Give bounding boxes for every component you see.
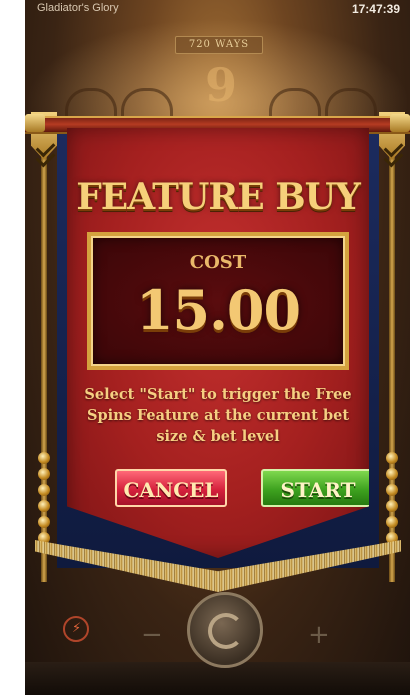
minus-icon[interactable]: − — [141, 620, 163, 650]
right-pole — [377, 112, 407, 582]
multiplier-number: 9 — [204, 58, 237, 112]
ways-label: 720 WAYS — [175, 36, 263, 54]
feature-buy-dialog: FEATURE BUY COST 15.00 Select "Start" to… — [67, 128, 369, 558]
cancel-button[interactable]: CANCEL — [115, 469, 227, 507]
left-pole — [29, 112, 59, 582]
start-button[interactable]: START — [261, 469, 369, 507]
game-viewport: 720 WAYS 9 Gladiator's Glory 17:47:39 ⚡ … — [25, 0, 410, 695]
dialog-title: FEATURE BUY — [76, 176, 361, 218]
plus-icon[interactable]: + — [308, 620, 330, 650]
cost-panel: COST 15.00 — [87, 232, 349, 370]
cost-value: 15.00 — [135, 278, 301, 342]
spin-icon[interactable] — [187, 592, 263, 668]
app-title: Gladiator's Glory — [37, 2, 119, 14]
turbo-icon[interactable]: ⚡ — [63, 616, 89, 642]
cost-label: COST — [189, 252, 247, 273]
clock: 17:47:39 — [351, 2, 400, 16]
dialog-description: Select "Start" to trigger the Free Spins… — [84, 386, 352, 445]
